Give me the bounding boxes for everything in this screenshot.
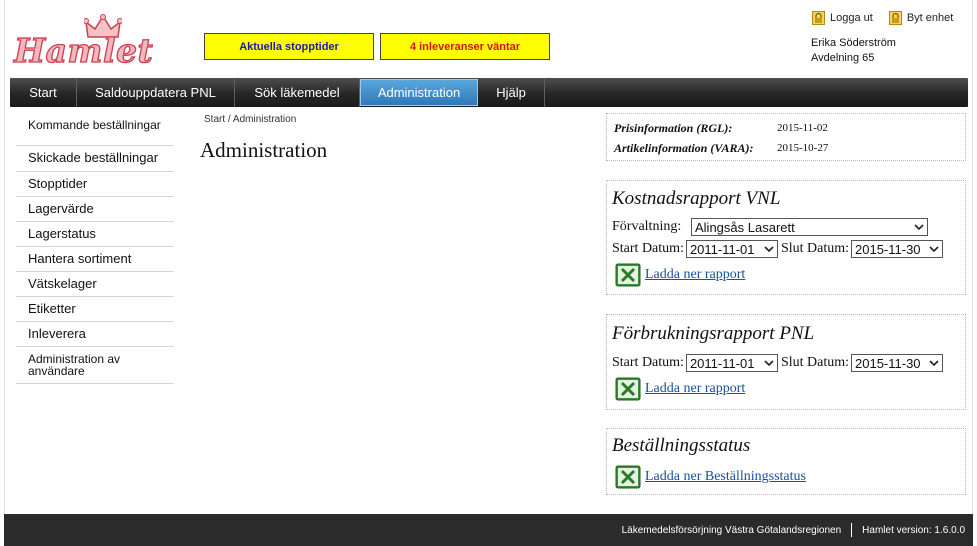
nav-hjalp[interactable]: Hjälp: [478, 78, 545, 107]
chevron-down-icon: [929, 246, 939, 253]
page-title: Administration: [200, 138, 328, 162]
breadcrumb: Start / Administration: [204, 114, 296, 125]
lock-icon: [888, 11, 902, 25]
price-info-date: 2015-11-02: [777, 122, 828, 134]
footer-org: Läkemedelsförsörjning Västra Götalandsre…: [621, 524, 842, 536]
order-status-download-row: Ladda ner Beställningsstatus: [615, 465, 806, 489]
footer-separator: [851, 523, 853, 537]
usage-download-row: Ladda ner rapport: [615, 377, 745, 401]
admin-select[interactable]: Alingsås Lasarett: [691, 218, 928, 236]
usage-report-panel: Förbrukningsrapport PNL Start Datum: 201…: [606, 314, 966, 410]
excel-icon[interactable]: [615, 465, 641, 489]
admin-select-value: Alingsås Lasarett: [695, 219, 795, 235]
chevron-down-icon: [764, 360, 774, 367]
sidebar-item-kommande[interactable]: Kommande beställningar: [16, 117, 174, 146]
sidebar: Kommande beställningar Skickade beställn…: [16, 117, 174, 384]
switch-unit-label: Byt enhet: [906, 12, 954, 24]
cost-report-panel: Kostnadsrapport VNL Förvaltning: Alingså…: [606, 180, 966, 295]
nav-start[interactable]: Start: [10, 78, 77, 107]
cost-end-date-select[interactable]: 2015-11-30: [851, 240, 943, 258]
user-info: Erika Söderström Avdelning 65: [811, 36, 896, 66]
usage-start-label: Start Datum:: [612, 355, 684, 370]
order-status-title: Beställningsstatus: [612, 435, 751, 456]
cost-start-label: Start Datum:: [612, 241, 684, 256]
main-nav: Start Saldouppdatera PNL Sök läkemedel A…: [10, 78, 968, 107]
price-info-label: Prisinformation (RGL):: [614, 121, 733, 135]
cost-end-label: Slut Datum:: [780, 241, 849, 256]
sidebar-item-vatskelager[interactable]: Vätskelager: [16, 272, 174, 297]
nav-administration[interactable]: Administration: [360, 79, 478, 106]
cost-start-date-select[interactable]: 2011-11-01: [685, 240, 778, 258]
sidebar-item-etiketter[interactable]: Etiketter: [16, 297, 174, 322]
pending-deliveries-button[interactable]: 4 inleveranser väntar: [380, 33, 550, 60]
switch-unit-link[interactable]: Byt enhet: [888, 11, 954, 25]
hamlet-logo[interactable]: Hamlet: [13, 14, 164, 72]
breadcrumb-current: Administration: [232, 114, 297, 125]
sidebar-item-lagerstatus[interactable]: Lagerstatus: [16, 222, 174, 247]
breadcrumb-start[interactable]: Start: [204, 114, 225, 125]
chevron-down-icon: [764, 246, 774, 253]
user-name: Erika Söderström: [811, 37, 896, 49]
logout-label: Logga ut: [830, 12, 873, 24]
price-info-row: Prisinformation (RGL): 2015-11-02: [614, 121, 828, 136]
footer: Läkemedelsförsörjning Västra Götalandsre…: [4, 514, 973, 546]
sidebar-item-lagervarde[interactable]: Lagervärde: [16, 197, 174, 222]
cost-report-title: Kostnadsrapport VNL: [612, 188, 781, 209]
article-info-row: Artikelinformation (VARA): 2015-10-27: [614, 141, 828, 156]
usage-end-date-value: 2015-11-30: [855, 355, 921, 371]
breadcrumb-separator: /: [225, 114, 233, 125]
usage-end-label: Slut Datum:: [780, 355, 849, 370]
cost-date-row: Start Datum: 2011-11-01 Slut Datum: 2015…: [612, 240, 943, 258]
nav-saldouppdatera[interactable]: Saldouppdatera PNL: [77, 78, 235, 107]
top-links: Logga ut Byt enhet: [812, 11, 953, 25]
sidebar-item-inleverera[interactable]: Inleverera: [16, 322, 174, 347]
usage-date-row: Start Datum: 2011-11-01 Slut Datum: 2015…: [612, 354, 943, 372]
excel-icon[interactable]: [615, 377, 641, 401]
sidebar-item-stopptider[interactable]: Stopptider: [16, 172, 174, 197]
cost-start-date-value: 2011-11-01: [689, 241, 755, 257]
nav-sok-lakemedel[interactable]: Sök läkemedel: [235, 78, 360, 107]
sidebar-item-skickade[interactable]: Skickade beställningar: [16, 146, 174, 172]
user-unit: Avdelning 65: [811, 52, 875, 64]
logout-link[interactable]: Logga ut: [812, 11, 873, 25]
logo-text: Hamlet: [13, 31, 154, 70]
usage-end-date-select[interactable]: 2015-11-30: [851, 354, 943, 372]
cost-download-row: Ladda ner rapport: [615, 263, 745, 287]
current-stop-times-button[interactable]: Aktuella stopptider: [204, 33, 374, 60]
footer-version: Hamlet version: 1.6.0.0: [862, 524, 965, 536]
order-status-panel: Beställningsstatus Ladda ner Beställning…: [606, 428, 966, 495]
article-info-date: 2015-10-27: [777, 142, 829, 154]
order-status-download-link[interactable]: Ladda ner Beställningsstatus: [645, 469, 806, 485]
chevron-down-icon: [914, 224, 924, 231]
admin-label: Förvaltning:: [612, 219, 682, 234]
info-panel: Prisinformation (RGL): 2015-11-02 Artike…: [606, 113, 966, 161]
cost-end-date-value: 2015-11-30: [855, 241, 921, 257]
usage-start-date-value: 2011-11-01: [689, 355, 755, 371]
sidebar-item-admin-anvandare[interactable]: Administration av användare: [16, 347, 174, 384]
excel-icon[interactable]: [615, 263, 641, 287]
chevron-down-icon: [929, 360, 939, 367]
usage-report-title: Förbrukningsrapport PNL: [612, 323, 815, 344]
article-info-label: Artikelinformation (VARA):: [614, 141, 754, 155]
sidebar-item-sortiment[interactable]: Hantera sortiment: [16, 247, 174, 272]
cost-download-link[interactable]: Ladda ner rapport: [645, 267, 745, 283]
lock-icon: [812, 11, 825, 25]
admin-row: Förvaltning: Alingsås Lasarett: [612, 218, 928, 236]
usage-download-link[interactable]: Ladda ner rapport: [645, 381, 745, 397]
usage-start-date-select[interactable]: 2011-11-01: [685, 354, 778, 372]
